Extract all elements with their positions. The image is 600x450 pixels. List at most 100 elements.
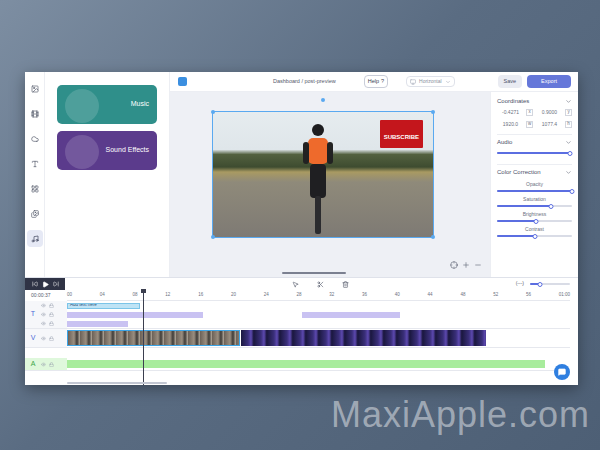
play-icon[interactable] — [42, 281, 49, 288]
orientation-dropdown[interactable]: Horizontal — [406, 76, 455, 88]
color-slider[interactable] — [497, 218, 572, 224]
lock-icon[interactable] — [49, 321, 54, 326]
export-button[interactable]: Export — [527, 75, 571, 87]
rail-icon — [31, 135, 39, 143]
cursor-icon[interactable] — [292, 281, 299, 288]
eye-icon[interactable] — [41, 321, 46, 326]
center-icon[interactable] — [450, 261, 458, 269]
watermark: MaxiApple.com — [331, 388, 590, 442]
color-slider[interactable] — [497, 188, 572, 194]
text-clip[interactable] — [67, 321, 128, 327]
color-slider[interactable] — [497, 233, 572, 239]
rail-item[interactable] — [27, 155, 43, 172]
next-icon[interactable] — [53, 281, 59, 287]
coordinate-field[interactable]: -0.4271x — [497, 109, 533, 117]
slider-thumb[interactable] — [532, 234, 537, 239]
resize-handle[interactable] — [211, 235, 215, 239]
chevron-icon — [445, 79, 451, 85]
rotate-handle[interactable] — [321, 98, 325, 102]
coordinate-field[interactable]: 1077.4h — [536, 121, 572, 129]
zoom-in-icon[interactable] — [462, 261, 470, 269]
previous-icon[interactable] — [32, 281, 38, 287]
slider-thumb[interactable] — [534, 219, 539, 224]
fit-button[interactable]: (---) — [516, 280, 524, 288]
resize-handle[interactable] — [211, 110, 215, 114]
rail-item[interactable] — [27, 80, 43, 97]
rail-icon — [31, 235, 39, 243]
track-headers: 00:00:37TVA — [25, 290, 67, 385]
slider-thumb[interactable] — [549, 204, 554, 209]
timeline: (---)00:00:37TVA000408121620242832364044… — [25, 277, 578, 385]
current-time: 00:00:37 — [31, 292, 50, 300]
text-clip[interactable] — [302, 312, 400, 318]
video-dark-clip[interactable] — [241, 330, 486, 346]
color-slider-row: Brightness — [497, 210, 572, 224]
library-card[interactable]: Music — [57, 85, 157, 124]
scrollbar[interactable] — [282, 272, 346, 274]
audio-clip[interactable] — [67, 360, 545, 368]
chat-button[interactable] — [554, 364, 570, 380]
ruler-tick: 01:00 — [559, 292, 570, 299]
caption-clip[interactable]: Add text here — [67, 303, 140, 309]
app-window: Music Sound Effects Dashboard / post-previ… — [25, 72, 578, 385]
breadcrumb[interactable]: Dashboard / post-preview — [273, 77, 336, 85]
lock-icon[interactable] — [49, 303, 54, 308]
video-photo-clip[interactable] — [67, 330, 240, 346]
lock-icon[interactable] — [49, 362, 54, 367]
audio-slider[interactable] — [497, 150, 572, 156]
track-header: A — [25, 358, 67, 371]
save-button[interactable]: Save — [498, 75, 523, 87]
ruler-tick: 44 — [428, 292, 433, 299]
eye-icon[interactable] — [41, 336, 46, 341]
color-slider[interactable] — [497, 203, 572, 209]
rail-item[interactable] — [27, 180, 43, 197]
section-header[interactable]: Audio — [497, 135, 572, 150]
playback-controls — [25, 278, 65, 290]
chat-icon — [558, 368, 566, 376]
scissors-icon[interactable] — [317, 281, 324, 288]
rail-icon — [31, 85, 39, 93]
playhead[interactable] — [143, 290, 144, 385]
slider-thumb[interactable] — [570, 189, 575, 194]
help-button[interactable]: Help? — [364, 75, 388, 87]
video-frame[interactable]: SUBSCRIBE — [213, 112, 433, 237]
track-header: T — [25, 301, 67, 329]
rail-item[interactable] — [27, 230, 43, 247]
section-header[interactable]: Coordinates — [497, 94, 572, 109]
monitor-icon — [410, 79, 416, 85]
ruler-tick: 04 — [100, 292, 105, 299]
timeline-scrollbar[interactable] — [67, 382, 167, 384]
ruler-tick: 16 — [198, 292, 203, 299]
lock-icon[interactable] — [49, 312, 54, 317]
rail-icon — [31, 185, 39, 193]
ruler-tick: 32 — [329, 292, 334, 299]
resize-handle[interactable] — [431, 235, 435, 239]
rail-item[interactable] — [27, 130, 43, 147]
ruler-tick: 08 — [133, 292, 138, 299]
color-slider-row: Saturation — [497, 195, 572, 209]
ruler-tick: 48 — [460, 292, 465, 299]
chevron-icon — [565, 98, 572, 105]
eye-icon[interactable] — [41, 303, 46, 308]
slider-thumb[interactable] — [538, 282, 543, 287]
rail-item[interactable] — [27, 105, 43, 122]
slider-thumb[interactable] — [567, 151, 572, 156]
text-clip[interactable] — [67, 312, 203, 318]
trash-icon[interactable] — [342, 281, 349, 288]
subscribe-overlay[interactable]: SUBSCRIBE — [380, 120, 423, 148]
ruler-tick: 40 — [395, 292, 400, 299]
eye-icon[interactable] — [41, 312, 46, 317]
section-header[interactable]: Color Correction — [497, 165, 572, 180]
coordinate-field[interactable]: 0.9000y — [536, 109, 572, 117]
chevron-icon — [565, 139, 572, 146]
rail-item[interactable] — [27, 205, 43, 222]
logo-icon[interactable] — [178, 77, 187, 86]
timeline-toolbar: (---) — [25, 278, 578, 290]
library-card[interactable]: Sound Effects — [57, 131, 157, 170]
eye-icon[interactable] — [41, 362, 46, 367]
zoom-out-icon[interactable] — [474, 261, 482, 269]
zoom-slider[interactable] — [530, 281, 570, 287]
resize-handle[interactable] — [431, 110, 435, 114]
coordinate-field[interactable]: 1920.0w — [497, 121, 533, 129]
lock-icon[interactable] — [49, 336, 54, 341]
